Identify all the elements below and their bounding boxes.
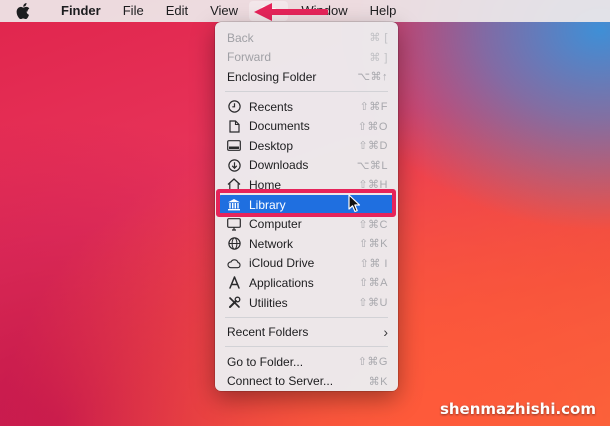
menubar-app-finder[interactable]: Finder bbox=[50, 0, 112, 22]
watermark-text: shenmazhishi.com bbox=[439, 400, 596, 418]
menu-item-label: iCloud Drive bbox=[249, 256, 315, 271]
menu-item-library[interactable]: Library bbox=[218, 194, 395, 215]
menu-item-shortcut: ⇧⌘G bbox=[357, 356, 388, 369]
menu-item-label: Recents bbox=[249, 99, 294, 114]
utilities-icon bbox=[227, 296, 241, 310]
menu-item-shortcut: ⌥⌘↑ bbox=[357, 71, 388, 84]
library-icon bbox=[227, 198, 241, 212]
menu-item-shortcut: ⇧⌘K bbox=[358, 238, 388, 251]
menu-item-downloads[interactable]: Downloads ⌥⌘L bbox=[215, 156, 398, 176]
menu-item-shortcut: ⇧⌘H bbox=[358, 179, 388, 192]
menu-item-shortcut: ⌘ ] bbox=[369, 51, 388, 64]
menu-item-forward[interactable]: Forward ⌘ ] bbox=[215, 48, 398, 68]
menu-item-shortcut: ⌘ [ bbox=[369, 32, 388, 45]
cloud-icon bbox=[227, 256, 241, 270]
menu-item-utilities[interactable]: Utilities ⇧⌘U bbox=[215, 293, 398, 313]
computer-icon bbox=[227, 217, 241, 231]
menu-item-label: Downloads bbox=[249, 158, 309, 173]
menu-item-label: Back bbox=[227, 30, 254, 45]
menu-item-desktop[interactable]: Desktop ⇧⌘D bbox=[215, 136, 398, 156]
menu-item-documents[interactable]: Documents ⇧⌘O bbox=[215, 116, 398, 136]
menu-item-label: Recent Folders bbox=[227, 325, 309, 340]
menu-item-label: Forward bbox=[227, 50, 272, 65]
menu-item-shortcut: ⇧⌘ I bbox=[359, 257, 388, 270]
network-icon bbox=[227, 237, 241, 251]
home-icon bbox=[227, 178, 241, 192]
menu-item-go-to-folder[interactable]: Go to Folder... ⇧⌘G bbox=[215, 352, 398, 372]
menu-item-back[interactable]: Back ⌘ [ bbox=[215, 28, 398, 48]
menu-item-label: Utilities bbox=[249, 295, 288, 310]
menu-item-label: Desktop bbox=[249, 138, 294, 153]
menu-item-label: Computer bbox=[249, 217, 302, 232]
clock-icon bbox=[227, 100, 241, 114]
menu-separator bbox=[225, 316, 388, 318]
annotation-arrow bbox=[254, 3, 328, 21]
applications-icon bbox=[227, 276, 241, 290]
menu-item-label: Documents bbox=[249, 119, 310, 134]
menu-separator bbox=[225, 346, 388, 348]
document-icon bbox=[227, 119, 241, 133]
apple-logo-icon[interactable] bbox=[16, 3, 30, 19]
menu-item-shortcut: ⌥⌘L bbox=[356, 159, 388, 172]
menu-item-label: Enclosing Folder bbox=[227, 69, 317, 84]
menu-item-shortcut: ⇧⌘F bbox=[359, 101, 388, 114]
menu-item-icloud-drive[interactable]: iCloud Drive ⇧⌘ I bbox=[215, 254, 398, 274]
menu-item-recents[interactable]: Recents ⇧⌘F bbox=[215, 97, 398, 117]
menu-item-shortcut: ⇧⌘C bbox=[358, 218, 388, 231]
menubar-edit[interactable]: Edit bbox=[155, 0, 199, 22]
download-icon bbox=[227, 158, 241, 172]
go-menu: Back ⌘ [ Forward ⌘ ] Enclosing Folder ⌥⌘… bbox=[215, 22, 398, 391]
menu-separator bbox=[225, 91, 388, 93]
menu-item-connect-to-server[interactable]: Connect to Server... ⌘K bbox=[215, 372, 398, 392]
menu-item-enclosing-folder[interactable]: Enclosing Folder ⌥⌘↑ bbox=[215, 67, 398, 87]
menubar-help[interactable]: Help bbox=[359, 0, 408, 22]
mouse-cursor-icon bbox=[348, 194, 361, 213]
menu-item-network[interactable]: Network ⇧⌘K bbox=[215, 234, 398, 254]
menu-item-label: Connect to Server... bbox=[227, 374, 334, 389]
menu-item-recent-folders[interactable]: Recent Folders › bbox=[215, 322, 398, 342]
desktop-icon bbox=[227, 139, 241, 153]
menu-item-label: Applications bbox=[249, 275, 314, 290]
menu-item-label: Network bbox=[249, 236, 294, 251]
menu-item-shortcut: ⇧⌘U bbox=[358, 297, 388, 310]
menu-item-applications[interactable]: Applications ⇧⌘A bbox=[215, 273, 398, 293]
menu-item-label: Go to Folder... bbox=[227, 354, 304, 369]
menu-item-shortcut: ⇧⌘D bbox=[358, 140, 388, 153]
menu-item-label: Home bbox=[249, 177, 282, 192]
chevron-right-icon: › bbox=[383, 324, 388, 341]
menubar-file[interactable]: File bbox=[112, 0, 155, 22]
menu-item-computer[interactable]: Computer ⇧⌘C bbox=[215, 214, 398, 234]
menu-item-home[interactable]: Home ⇧⌘H bbox=[215, 175, 398, 195]
menu-item-shortcut: ⇧⌘O bbox=[357, 120, 388, 133]
menu-item-shortcut: ⇧⌘A bbox=[358, 277, 388, 290]
menu-item-label: Library bbox=[249, 197, 286, 212]
menubar-view[interactable]: View bbox=[199, 0, 249, 22]
menu-item-shortcut: ⌘K bbox=[368, 375, 388, 388]
